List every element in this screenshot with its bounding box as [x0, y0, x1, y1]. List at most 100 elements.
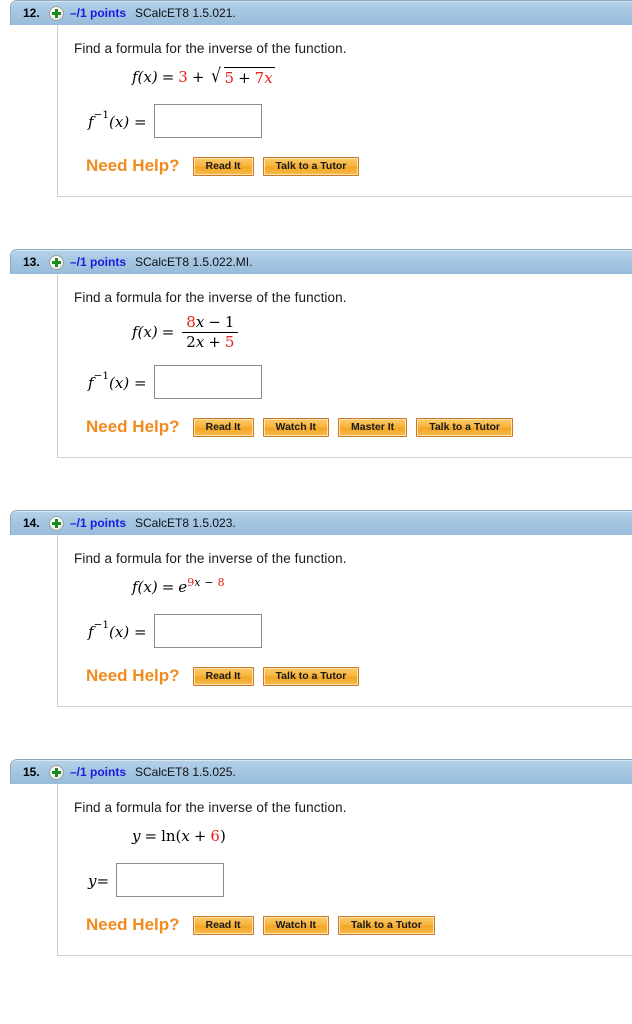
answer-row: f−1(x) =: [88, 365, 632, 399]
watch-it-button[interactable]: Watch It: [262, 417, 329, 437]
formula-display: f(x) = 8 x − 1 2 x + 5: [132, 313, 632, 351]
formula-lhs: f(x): [132, 323, 158, 341]
need-help-label: Need Help?: [86, 156, 180, 175]
radicand-var: x: [264, 69, 273, 87]
answer-label-rest: (x) =: [109, 373, 147, 392]
formula-equals: =: [161, 323, 175, 341]
master-it-button[interactable]: Master It: [338, 417, 408, 437]
answer-label-rest: =: [96, 871, 110, 890]
answer-label-main: f: [88, 112, 94, 131]
problem-body: Find a formula for the inverse of the fu…: [57, 784, 632, 956]
need-help-row: Need Help? Read It Watch It Talk to a Tu…: [86, 915, 632, 935]
radicand-b: 7: [254, 69, 265, 87]
formula-display: f(x) = e 9x −8: [132, 574, 632, 600]
talk-to-a-tutor-button[interactable]: Talk to a Tutor: [338, 915, 435, 935]
need-help-label: Need Help?: [86, 915, 180, 934]
problem-13: 13. –/1 points SCalcET8 1.5.022.MI. Find…: [0, 249, 632, 458]
denominator-var: x: [195, 332, 205, 351]
problem-body: Find a formula for the inverse of the fu…: [57, 25, 632, 197]
log-var: x: [181, 827, 190, 845]
problem-number: 14.: [23, 516, 40, 530]
denominator-coefficient: 2: [186, 332, 196, 351]
problem-header: 15. –/1 points SCalcET8 1.5.025.: [10, 759, 632, 784]
need-help-label: Need Help?: [86, 666, 180, 685]
fraction-numerator: 8 x − 1: [182, 312, 239, 333]
formula-display: f(x) = 3 + √ 5 + 7 x: [132, 64, 632, 90]
numerator-constant: 1: [224, 312, 235, 331]
denominator-op: +: [208, 332, 221, 351]
points-label: –/1 points: [70, 255, 127, 269]
answer-row: y=: [88, 863, 632, 897]
numerator-var: x: [195, 312, 205, 331]
exponent-var: x: [194, 575, 201, 589]
problem-code: SCalcET8 1.5.022.MI.: [135, 255, 253, 269]
prompt-text: Find a formula for the inverse of the fu…: [74, 551, 347, 566]
plus-icon[interactable]: [49, 515, 64, 531]
log-op: +: [193, 827, 207, 845]
formula-lhs: f(x): [132, 68, 158, 86]
problem-header: 13. –/1 points SCalcET8 1.5.022.MI.: [10, 249, 632, 274]
talk-to-a-tutor-button[interactable]: Talk to a Tutor: [416, 417, 513, 437]
points-label: –/1 points: [70, 516, 127, 530]
problem-number: 12.: [23, 6, 40, 20]
need-help-label: Need Help?: [86, 417, 180, 436]
radicand-op: +: [238, 69, 251, 87]
problem-15: 15. –/1 points SCalcET8 1.5.025. Find a …: [0, 759, 632, 956]
fraction: 8 x − 1 2 x + 5: [182, 312, 239, 351]
read-it-button[interactable]: Read It: [192, 915, 254, 935]
problem-number: 15.: [23, 765, 40, 779]
talk-to-a-tutor-button[interactable]: Talk to a Tutor: [262, 156, 360, 176]
answer-input[interactable]: [116, 863, 225, 897]
need-help-row: Need Help? Read It Watch It Master It Ta…: [86, 417, 632, 437]
read-it-button[interactable]: Read It: [192, 156, 254, 176]
answer-label-exponent: −1: [93, 369, 110, 382]
answer-label-exponent: −1: [93, 618, 110, 631]
plus-icon[interactable]: [49, 5, 64, 21]
formula-equals: =: [161, 68, 175, 86]
plus-icon[interactable]: [49, 254, 64, 270]
need-help-row: Need Help? Read It Talk to a Tutor: [86, 156, 632, 176]
problem-number: 13.: [23, 255, 40, 269]
watch-it-button[interactable]: Watch It: [262, 915, 329, 935]
problem-header: 12. –/1 points SCalcET8 1.5.021.: [10, 0, 632, 25]
formula-plus: +: [191, 68, 205, 86]
answer-label-main: f: [88, 622, 94, 641]
numerator-coefficient: 8: [186, 312, 196, 331]
exponential-base: e: [178, 578, 188, 596]
fraction-denominator: 2 x + 5: [182, 333, 238, 351]
radicand: 5 + 7 x: [223, 67, 275, 87]
answer-label: f−1(x) =: [88, 618, 147, 641]
points-label: –/1 points: [70, 6, 127, 20]
answer-row: f−1(x) =: [88, 614, 632, 648]
problem-code: SCalcET8 1.5.021.: [135, 6, 236, 20]
prompt-text: Find a formula for the inverse of the fu…: [74, 290, 347, 305]
exponent-constant: 8: [217, 575, 225, 589]
answer-input[interactable]: [153, 104, 262, 138]
formula-lhs: y: [132, 827, 141, 845]
answer-row: f−1(x) =: [88, 104, 632, 138]
answer-label-rest: (x) =: [109, 112, 147, 131]
radicand-a: 5: [224, 69, 235, 87]
square-root-icon: √ 5 + 7 x: [210, 67, 275, 87]
formula-constant-a: 3: [178, 68, 188, 86]
problem-code: SCalcET8 1.5.025.: [135, 765, 236, 779]
answer-input[interactable]: [153, 614, 262, 648]
log-constant: 6: [210, 827, 220, 845]
points-label: –/1 points: [70, 765, 127, 779]
problem-body: Find a formula for the inverse of the fu…: [57, 535, 632, 707]
read-it-button[interactable]: Read It: [192, 417, 254, 437]
talk-to-a-tutor-button[interactable]: Talk to a Tutor: [262, 666, 360, 686]
formula-lhs: f(x): [132, 578, 158, 596]
exponent: 9x −8: [187, 576, 224, 589]
log-close-paren: ): [219, 827, 226, 845]
read-it-button[interactable]: Read It: [192, 666, 254, 686]
formula-display: y = ln( x + 6 ): [132, 823, 632, 849]
answer-label: f−1(x) =: [88, 369, 147, 392]
problem-body: Find a formula for the inverse of the fu…: [57, 274, 632, 458]
prompt-text: Find a formula for the inverse of the fu…: [74, 800, 347, 815]
plus-icon[interactable]: [49, 764, 64, 780]
answer-input[interactable]: [153, 365, 262, 399]
